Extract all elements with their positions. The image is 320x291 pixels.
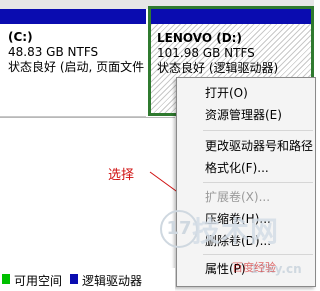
legend: 可用空间 逻辑驱动器 [0, 268, 175, 291]
legend-swatch-free-space [2, 274, 10, 284]
watermark-overlay: 百度经验 [232, 261, 276, 274]
legend-label-logical-drive: 逻辑驱动器 [82, 274, 143, 288]
menu-item-explorer[interactable]: 资源管理器(E) [205, 106, 282, 123]
menu-separator [203, 182, 313, 183]
legend-swatch-logical-drive [70, 274, 78, 284]
watermark-text: 技术网 [192, 215, 280, 248]
menu-separator [203, 254, 313, 255]
context-menu: 打开(O) 资源管理器(E) 更改驱动器号和路径 格式化(F)... 扩展卷(X… [176, 77, 316, 287]
menu-item-extend-volume: 扩展卷(X)... [205, 190, 271, 204]
legend-label-free-space: 可用空间 [14, 274, 63, 288]
menu-item-format[interactable]: 格式化(F)... [205, 159, 269, 176]
menu-item-change-drive-letter[interactable]: 更改驱动器号和路径 [205, 137, 313, 154]
menu-item-open[interactable]: 打开(O) [205, 84, 248, 101]
menu-separator [203, 130, 313, 131]
